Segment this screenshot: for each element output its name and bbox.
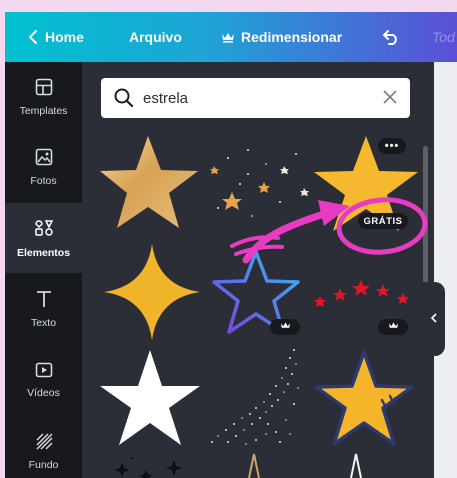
text-icon (35, 290, 53, 311)
sidebar-item-background[interactable]: Fundo (5, 416, 82, 478)
sidebar-item-text[interactable]: Texto (5, 274, 82, 344)
sidebar-item-videos[interactable]: Vídeos (5, 345, 82, 415)
chevron-left-icon (430, 310, 438, 328)
sidebar-item-label: Vídeos (27, 386, 60, 399)
sidebar-item-elements[interactable]: Elementos (5, 203, 82, 273)
design-canvas-area (434, 62, 457, 478)
search-icon (113, 87, 135, 114)
result-small-black-sparkles[interactable] (102, 454, 192, 478)
result-cartoon-yellow-star[interactable] (312, 348, 416, 448)
sidebar-item-photos[interactable]: Fotos (5, 132, 82, 202)
crown-icon (221, 31, 235, 43)
clear-search-icon[interactable] (382, 89, 398, 110)
undo-icon (381, 29, 401, 45)
sidebar-item-label: Templates (19, 104, 68, 117)
app-window: Home Arquivo Redimensionar Tod Templates (0, 0, 457, 478)
resize-button[interactable]: Redimensionar (221, 12, 342, 62)
home-button[interactable]: Home (27, 12, 84, 62)
faded-menu-label: Tod (432, 29, 455, 45)
sidebar-item-label: Fotos (30, 174, 57, 187)
more-options-icon: ••• (384, 140, 400, 152)
sidebar-item-label: Elementos (16, 246, 71, 259)
home-label: Home (45, 29, 84, 45)
result-dotted-stars-swirl[interactable] (206, 344, 306, 448)
sidebar-item-label: Fundo (28, 458, 59, 471)
panel-scrollbar[interactable] (423, 146, 428, 284)
videos-icon (35, 362, 53, 381)
more-options-badge[interactable]: ••• (378, 138, 406, 154)
top-toolbar: Home Arquivo Redimensionar Tod (5, 12, 457, 62)
result-white-star[interactable] (98, 348, 202, 448)
search-input[interactable] (143, 86, 363, 110)
file-menu-button[interactable]: Arquivo (129, 12, 182, 62)
elements-icon (34, 218, 54, 241)
photos-icon (35, 148, 53, 169)
crown-icon (280, 321, 291, 333)
premium-badge (378, 319, 408, 335)
premium-badge (270, 319, 300, 335)
background-icon (35, 432, 53, 453)
result-red-stars-arc[interactable] (310, 268, 416, 318)
file-label: Arquivo (129, 29, 182, 45)
result-four-point-sparkle[interactable] (104, 244, 200, 340)
chevron-left-icon (27, 30, 39, 44)
templates-icon (35, 78, 53, 99)
result-gold-foil-star[interactable] (100, 134, 200, 230)
search-box[interactable] (101, 78, 410, 118)
resize-label: Redimensionar (241, 29, 343, 45)
collapse-panel-button[interactable] (423, 282, 445, 356)
undo-button[interactable] (381, 12, 401, 62)
sidebar-item-templates[interactable]: Templates (5, 62, 82, 132)
free-badge: GRÁTIS (358, 213, 408, 229)
result-white-outline-star[interactable] (344, 452, 368, 478)
result-scattered-small-stars[interactable] (204, 136, 324, 226)
crown-icon (388, 321, 399, 333)
sidebar-item-label: Texto (30, 316, 57, 329)
result-gold-outline-star[interactable] (242, 452, 266, 478)
elements-panel: ••• GRÁTIS (82, 62, 434, 478)
sidebar: Templates Fotos Elementos Texto Vídeos F… (5, 62, 82, 478)
